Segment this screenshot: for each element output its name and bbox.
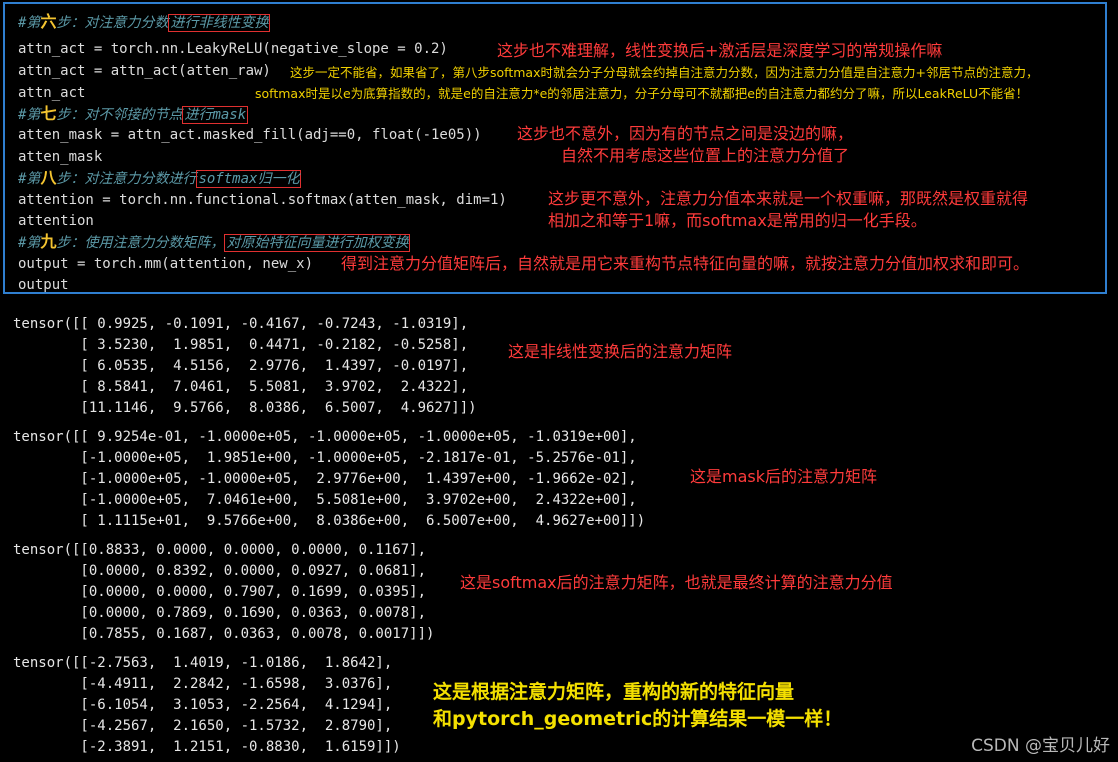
comment-step6: #第六步：对注意力分数 进行非线性变换 xyxy=(18,12,271,32)
output-tensor-reconstructed: tensor([[-2.7563, 1.4019, -1.0186, 1.864… xyxy=(13,655,401,755)
highlight-box-step8: softmax归一化 xyxy=(196,170,302,188)
comment-step8: #第八步：对注意力分数进行 softmax归一化 xyxy=(18,168,302,188)
annotation-step8-line2: 相加之和等于1嘛，而softmax是常用的归一化手段。 xyxy=(548,211,927,230)
code-line-masked-fill: atten_mask = attn_act.masked_fill(adj==0… xyxy=(18,127,482,143)
annotation-step7-line1: 这步也不意外，因为有的节点之间是没边的嘛， xyxy=(517,124,854,143)
annotation-output3: 这是softmax后的注意力矩阵，也就是最终计算的注意力分值 xyxy=(460,573,893,592)
code-line-attention: attention xyxy=(18,213,94,229)
comment-step9: #第九步：使用注意力分数矩阵， 对原始特征向量进行加权变换 xyxy=(18,232,411,252)
code-line-leakyrelu: attn_act = torch.nn.LeakyReLU(negative_s… xyxy=(18,41,448,57)
annotation-step6: 这步也不难理解，线性变换后+激活层是深度学习的常规操作嘛 xyxy=(497,41,943,60)
annotation-output4-line1: 这是根据注意力矩阵，重构的新的特征向量 xyxy=(433,681,795,703)
highlight-box-step9: 对原始特征向量进行加权变换 xyxy=(224,234,411,252)
annotation-step8-line1: 这步更不意外，注意力分值本来就是一个权重嘛，那既然是权重就得 xyxy=(548,189,1029,208)
output-tensor-leakyrelu: tensor([[ 0.9925, -0.1091, -0.4167, -0.7… xyxy=(13,316,477,416)
comment-step7: #第七步：对不邻接的节点 进行mask xyxy=(18,104,249,124)
annotation-output2: 这是mask后的注意力矩阵 xyxy=(690,467,877,486)
annotation-leakyrelu-line2: softmax时是以e为底算指数的，就是e的自注意力*e的邻居注意力，分子分母可… xyxy=(255,86,1029,101)
code-line-attn-act: attn_act xyxy=(18,85,86,101)
code-line-output: output xyxy=(18,277,69,293)
code-line-apply-act: attn_act = attn_act(atten_raw) xyxy=(18,63,271,79)
code-line-atten-mask: atten_mask xyxy=(18,149,103,165)
annotation-leakyrelu-line1: 这步一定不能省，如果省了，第八步softmax时就会分子分母就会约掉自注意力分数… xyxy=(290,65,1039,80)
annotation-output1: 这是非线性变换后的注意力矩阵 xyxy=(508,342,733,361)
annotation-step9: 得到注意力分值矩阵后，自然就是用它来重构节点特征向量的嘛，就按注意力分值加权求和… xyxy=(341,254,1030,273)
highlight-box-step6: 进行非线性变换 xyxy=(168,14,271,32)
highlight-box-step7: 进行mask xyxy=(182,106,249,124)
code-line-mm: output = torch.mm(attention, new_x) xyxy=(18,256,314,272)
code-cell[interactable]: #第六步：对注意力分数 进行非线性变换 attn_act = torch.nn.L… xyxy=(3,2,1107,294)
output-tensor-softmax: tensor([[0.8833, 0.0000, 0.0000, 0.0000,… xyxy=(13,542,435,642)
annotation-output4-line2: 和pytorch_geometric的计算结果一模一样！ xyxy=(433,708,843,730)
output-tensor-masked: tensor([[ 9.9254e-01, -1.0000e+05, -1.00… xyxy=(13,429,646,529)
watermark: CSDN @宝贝儿好 xyxy=(971,736,1110,756)
annotation-step7-line2: 自然不用考虑这些位置上的注意力分值了 xyxy=(561,146,850,165)
code-line-softmax: attention = torch.nn.functional.softmax(… xyxy=(18,192,507,208)
